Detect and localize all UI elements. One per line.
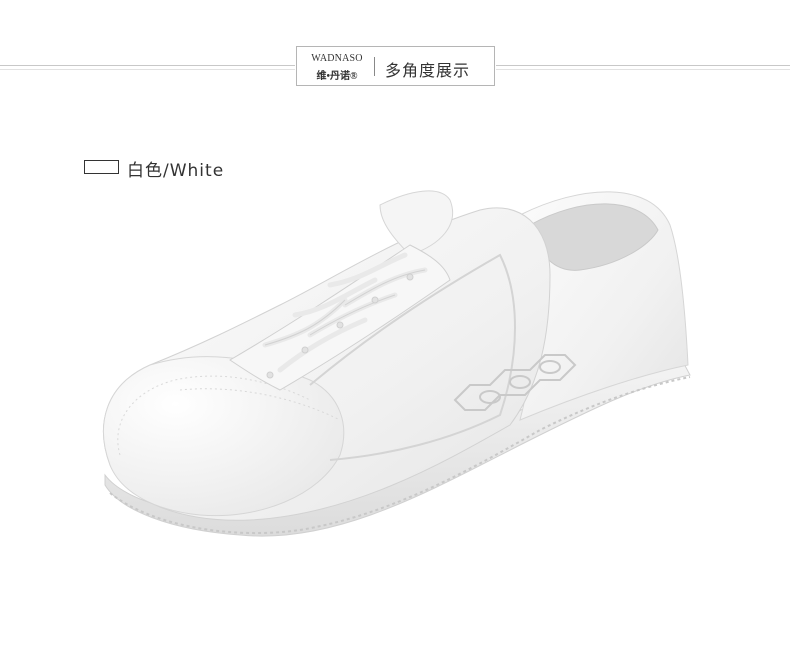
section-title: 多角度展示	[385, 61, 471, 80]
brand-logo-en: WADNASO	[311, 53, 363, 64]
color-label: 白色/White	[127, 161, 225, 181]
section-header: WADNASO 维•丹诺® 多角度展示	[296, 46, 495, 86]
brand-logo-cn: 维•丹诺®	[316, 71, 358, 82]
header-rule-right	[496, 65, 790, 70]
header-rule-left	[0, 65, 295, 70]
header-divider	[374, 57, 375, 76]
shoe-image	[103, 190, 691, 537]
color-swatch	[84, 160, 119, 174]
